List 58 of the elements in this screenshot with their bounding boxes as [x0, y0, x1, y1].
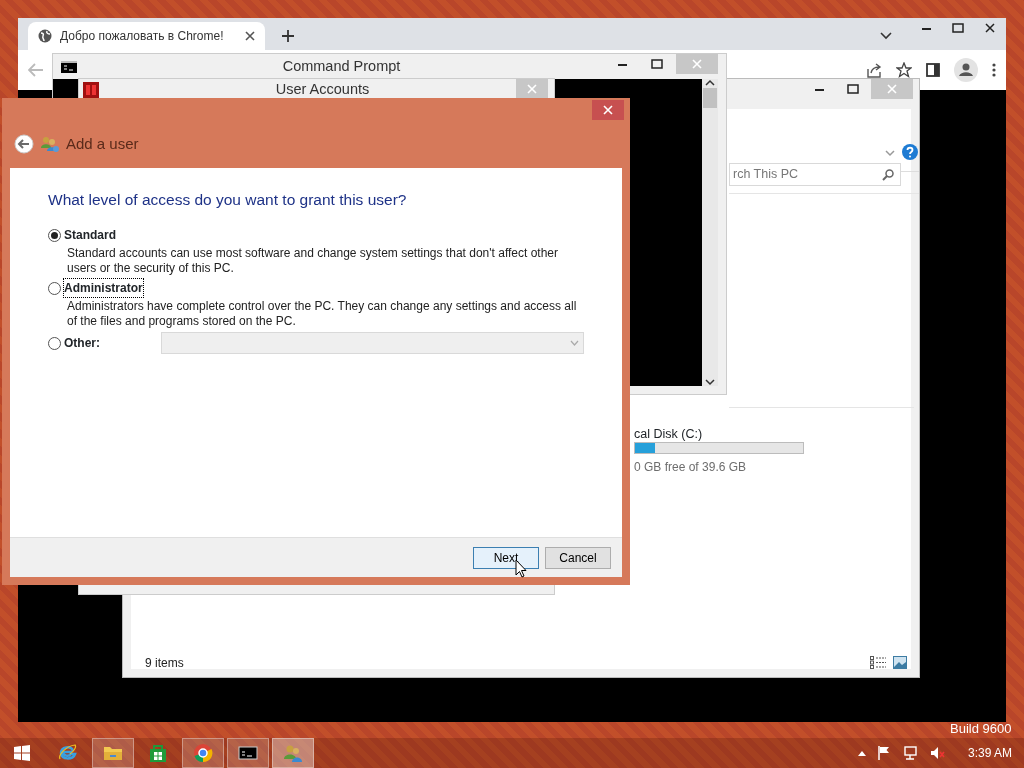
option-description: Standard accounts can use most software and change system settings that don't affect other users or the security of this PC. — [66, 246, 560, 277]
dialog-title: Add a user — [66, 133, 139, 154]
menu-icon[interactable] — [992, 63, 996, 77]
star-icon[interactable] — [896, 62, 912, 78]
scroll-thumb[interactable] — [703, 88, 717, 108]
internet-explorer-icon — [58, 743, 78, 763]
cancel-button[interactable]: Cancel — [545, 546, 611, 569]
next-button[interactable]: Next — [473, 546, 539, 569]
large-icons-view-icon[interactable] — [893, 656, 907, 669]
search-icon[interactable] — [882, 168, 894, 181]
drive-free-space: 0 GB free of 39.6 GB — [634, 459, 747, 476]
maximize-icon[interactable] — [952, 23, 964, 33]
scroll-up-icon[interactable] — [705, 79, 715, 86]
shopping-bag-icon — [148, 743, 168, 763]
question: What level of access do you want to grant this user? — [48, 190, 408, 210]
tab-title: Добро пожаловать в Chrome! — [60, 28, 225, 45]
users-icon — [283, 743, 303, 763]
window-title: Command Prompt — [281, 56, 402, 76]
flag-icon[interactable] — [877, 746, 890, 760]
chevron-icon — [570, 340, 579, 347]
drive-name: cal Disk (C:) — [634, 426, 703, 443]
sidebar-icon[interactable] — [926, 63, 940, 77]
windows-logo-icon[interactable] — [14, 745, 30, 761]
back-button[interactable] — [14, 134, 34, 154]
new-tab-icon[interactable] — [281, 29, 295, 43]
window-title: User Accounts — [274, 80, 371, 100]
close-icon[interactable] — [245, 31, 255, 41]
radio-button[interactable] — [48, 281, 61, 295]
share-icon[interactable] — [866, 62, 882, 78]
command-prompt-icon — [238, 743, 258, 763]
taskbar-button[interactable] — [182, 738, 224, 768]
help-icon[interactable] — [902, 144, 918, 160]
scrollbar[interactable] — [702, 79, 718, 386]
clock[interactable]: 3:39 AM — [967, 744, 1012, 762]
show-hidden-icons-icon[interactable] — [857, 750, 866, 756]
volume-muted-icon[interactable] — [929, 746, 946, 760]
option-label[interactable]: Standard — [64, 226, 116, 245]
command-prompt-icon — [61, 60, 77, 73]
chevron-icon[interactable] — [880, 32, 892, 40]
option-label[interactable]: Administrator — [64, 279, 143, 298]
users-icon — [40, 135, 60, 153]
globe-icon — [38, 29, 52, 43]
maximize-icon[interactable] — [847, 84, 859, 94]
browser-icon — [193, 743, 213, 763]
profile-icon[interactable] — [954, 58, 978, 82]
browser-tab[interactable]: Добро пожаловать в Chrome! — [28, 22, 265, 50]
radio-button[interactable] — [48, 228, 61, 242]
option-description: Administrators have complete control over the PC. They can change any settings and access all of the files and programs stored on the PC. — [66, 299, 578, 330]
scroll-down-icon[interactable] — [705, 379, 715, 386]
build-number: Build 9600 — [950, 720, 1012, 738]
maximize-icon[interactable] — [651, 59, 663, 69]
taskbar-button[interactable] — [227, 738, 269, 768]
search-field[interactable]: rch This PC — [729, 163, 901, 186]
details-view-icon[interactable] — [870, 656, 886, 669]
item-count: 9 items — [145, 655, 184, 672]
close-icon[interactable] — [985, 23, 995, 33]
app-icon — [83, 82, 99, 98]
network-icon[interactable] — [901, 746, 918, 760]
